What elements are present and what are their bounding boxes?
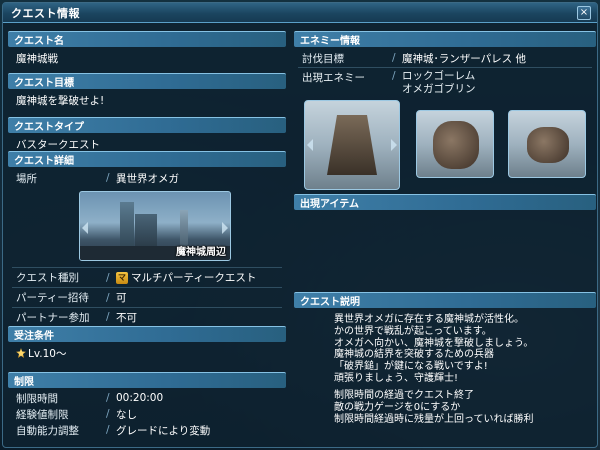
separator: / (106, 392, 110, 404)
limit-label: 経験値制限 (16, 408, 69, 421)
limit-value: グレードにより変動 (116, 424, 211, 437)
description-line: 頑張りましょう、守護輝士! (334, 372, 459, 384)
items-header: 出現アイテム (294, 194, 596, 210)
quest-name-header: クエスト名 (8, 31, 286, 47)
appear-label: 出現エネミー (302, 72, 365, 84)
area-caption: 魔神城周辺 (176, 247, 226, 258)
quest-kind-value: マルチパーティークエスト (131, 272, 257, 284)
limit-value: なし (116, 408, 137, 421)
level-requirement: Lv.10〜 (28, 348, 67, 360)
limits-body: 制限時間 / 00:20:00 経験値制限 / なし 自動能力調整 / グレード… (8, 388, 286, 438)
target-value: 魔神城･ランザーパレス 他 (402, 52, 526, 65)
location-row: 場所 / 異世界オメガ (16, 170, 179, 186)
quest-kind-label: クエスト種別 (16, 272, 79, 284)
limit-row: 制限時間 / 00:20:00 (8, 390, 286, 406)
right-column: エネミー情報 討伐目標 / 魔神城･ランザーパレス 他 出現エネミー / ロック… (294, 31, 596, 450)
close-button[interactable]: × (577, 6, 591, 20)
golem-shape (433, 121, 479, 169)
condition-line: 敵の戦力ゲージを0にするか (334, 401, 461, 413)
prev-arrow-icon[interactable] (82, 222, 88, 234)
quest-detail-header: クエスト詳細 (8, 151, 286, 167)
location-value: 異世界オメガ (116, 172, 179, 185)
limit-label: 制限時間 (16, 392, 58, 405)
title-bar[interactable]: クエスト情報 × (3, 3, 597, 23)
quest-goal-value: 魔神城を撃破せよ! (16, 95, 105, 107)
description-line: 異世界オメガに存在する魔神城が活性化。 (334, 314, 524, 325)
description-line: かの世界で戦乱が起こっています。 (334, 325, 492, 337)
limit-row: 自動能力調整 / グレードにより変動 (8, 422, 286, 438)
prev-arrow-icon[interactable] (307, 139, 313, 151)
castle-shape (327, 115, 377, 175)
enemy-name: オメガゴブリン (402, 83, 476, 95)
description-line: 「破界鎚」が鍵になる戦いですよ! (334, 361, 488, 373)
items-body (294, 210, 596, 292)
partner-join-value: 不可 (116, 311, 137, 324)
goblin-shape (527, 127, 569, 163)
partner-join-row: パートナー参加 / 不可 (8, 308, 286, 326)
party-invite-row: パーティー招待 / 可 (8, 288, 286, 307)
enemy-thumbnail-castle[interactable] (304, 100, 400, 190)
partner-join-label: パートナー参加 (16, 311, 90, 324)
enemy-name: ロックゴーレム (402, 70, 476, 82)
quest-detail-body: 場所 / 異世界オメガ 魔神城周辺 (8, 167, 286, 267)
quest-info-window: クエスト情報 × クエスト名 魔神城戦 クエスト目標 魔神城を撃破せよ! クエス… (2, 2, 598, 448)
separator: / (392, 70, 396, 82)
target-label: 討伐目標 (302, 52, 344, 65)
description-header: クエスト説明 (294, 292, 596, 308)
window-title: クエスト情報 (11, 6, 80, 20)
order-conditions-body: Lv.10〜 (8, 342, 286, 372)
quest-type-value: バスタークエスト (16, 139, 100, 151)
separator: / (106, 408, 110, 420)
level-icon (16, 348, 26, 358)
condition-line: 制限時間経過時に残量が上回っていれば勝利 (334, 413, 534, 425)
separator: / (106, 271, 110, 284)
victory-conditions-text: 制限時間の経過でクエスト終了 敵の戦力ゲージを0にするか 制限時間経過時に残量が… (298, 390, 592, 425)
quest-type-header: クエストタイプ (8, 117, 286, 133)
quest-name-value: 魔神城戦 (16, 53, 58, 65)
location-label: 場所 (16, 172, 37, 185)
separator: / (392, 52, 396, 64)
quest-kind-row: クエスト種別 / マ マルチパーティークエスト (8, 268, 286, 287)
description-line: オメガへ向かい、魔神城を撃破しましょう。 (334, 337, 534, 349)
condition-line: 制限時間の経過でクエスト終了 (334, 390, 474, 401)
party-invite-label: パーティー招待 (16, 292, 89, 304)
enemy-thumbnail-golem[interactable] (416, 110, 494, 178)
area-thumbnail[interactable]: 魔神城周辺 (79, 191, 231, 261)
description-body: 異世界オメガに存在する魔神城が活性化。 かの世界で戦乱が起こっています。 オメガ… (294, 308, 596, 450)
limit-value: 00:20:00 (116, 392, 164, 404)
separator: / (106, 424, 110, 436)
target-row: 討伐目標 / 魔神城･ランザーパレス 他 (294, 49, 596, 67)
enemy-thumbnails (294, 100, 596, 190)
separator: / (106, 172, 110, 184)
enemy-thumbnail-goblin[interactable] (508, 110, 586, 178)
separator: / (106, 311, 110, 323)
appear-enemy-row: 出現エネミー / ロックゴーレム オメガゴブリン (294, 68, 596, 98)
enemy-info-header: エネミー情報 (294, 31, 596, 47)
limits-header: 制限 (8, 372, 286, 388)
quest-goal-header: クエスト目標 (8, 73, 286, 89)
party-invite-value: 可 (116, 292, 127, 304)
next-arrow-icon[interactable] (391, 139, 397, 151)
description-line: 魔神城の結界を突破するための兵器 (334, 349, 494, 361)
limit-label: 自動能力調整 (16, 424, 79, 437)
order-conditions-header: 受注条件 (8, 326, 286, 342)
multi-party-icon: マ (116, 271, 128, 284)
next-arrow-icon[interactable] (222, 222, 228, 234)
limit-row: 経験値制限 / なし (8, 406, 286, 422)
left-column: クエスト名 魔神城戦 クエスト目標 魔神城を撃破せよ! クエストタイプ バスター… (8, 31, 286, 438)
separator: / (106, 291, 110, 304)
appear-list: ロックゴーレム オメガゴブリン (402, 70, 476, 98)
description-text: 異世界オメガに存在する魔神城が活性化。 かの世界で戦乱が起こっています。 オメガ… (298, 314, 592, 385)
